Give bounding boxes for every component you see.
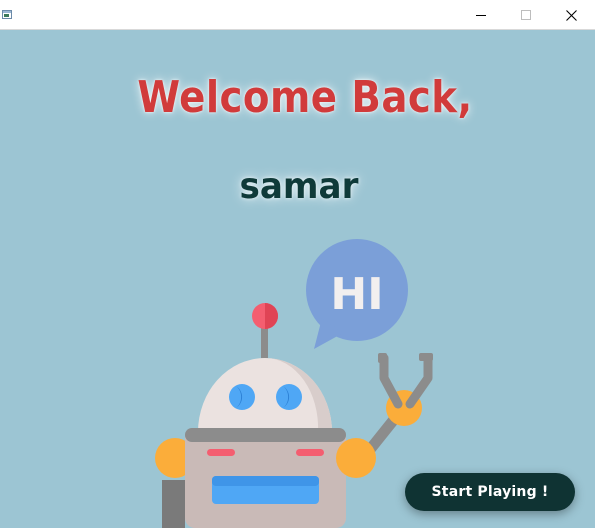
close-icon bbox=[565, 9, 577, 21]
app-icon bbox=[2, 10, 12, 19]
maximize-button[interactable] bbox=[503, 0, 549, 30]
minimize-button[interactable] bbox=[458, 0, 504, 30]
speech-bubble-icon: HI bbox=[306, 239, 408, 349]
maximize-icon bbox=[521, 10, 531, 20]
app-window: Welcome Back, samar HI Start Playing ! bbox=[0, 0, 595, 528]
close-button[interactable] bbox=[548, 0, 594, 30]
speech-bubble-text: HI bbox=[330, 269, 383, 320]
start-playing-button[interactable]: Start Playing ! bbox=[405, 473, 575, 511]
welcome-heading: Welcome Back, bbox=[137, 72, 473, 123]
title-bar[interactable] bbox=[0, 0, 595, 30]
username-label: samar bbox=[239, 166, 359, 207]
minimize-icon bbox=[476, 15, 486, 16]
main-content: Welcome Back, samar HI Start Playing ! bbox=[0, 30, 595, 528]
robot-illustration: HI bbox=[155, 239, 433, 528]
